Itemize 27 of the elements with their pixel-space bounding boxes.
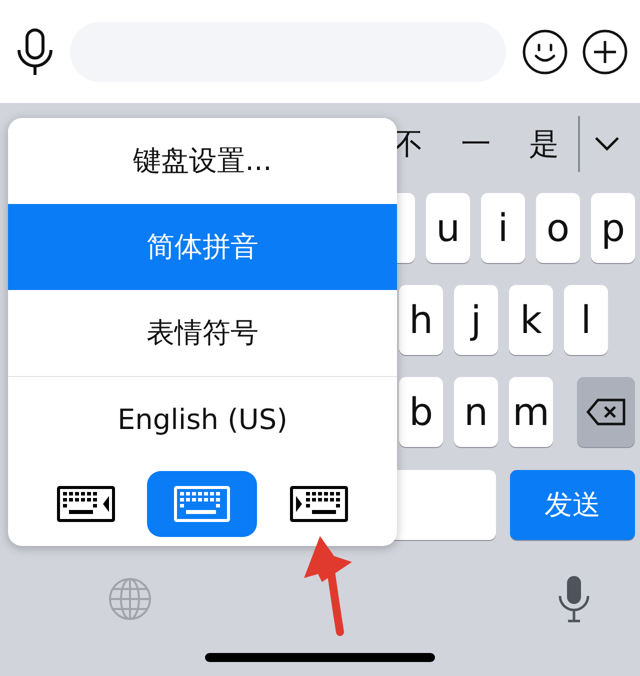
- keyboard-key[interactable]: p: [591, 193, 635, 263]
- backspace-icon: [586, 398, 626, 426]
- keyboard-icon: [290, 486, 348, 522]
- candidate-word[interactable]: 一: [442, 124, 510, 164]
- keyboard-icon: [174, 486, 230, 522]
- keyboard-key[interactable]: n: [454, 377, 498, 447]
- candidate-word[interactable]: 是: [510, 124, 578, 164]
- emoji-icon[interactable]: [522, 28, 568, 74]
- chevron-down-icon[interactable]: [594, 136, 620, 152]
- keyboard-key[interactable]: b: [399, 377, 443, 447]
- menu-item[interactable]: 表情符号: [8, 290, 397, 376]
- menu-item[interactable]: 简体拼音: [8, 204, 397, 290]
- menu-item[interactable]: 键盘设置...: [8, 118, 397, 204]
- plus-icon[interactable]: [582, 28, 628, 74]
- keyboard-key[interactable]: m: [509, 377, 553, 447]
- keyboard-key[interactable]: l: [564, 285, 608, 355]
- keyboard-key[interactable]: o: [536, 193, 580, 263]
- keyboard-icon: [57, 486, 116, 522]
- keyboard-key[interactable]: u: [426, 193, 470, 263]
- keyboard-key[interactable]: k: [509, 285, 553, 355]
- keyboard-key[interactable]: j: [454, 285, 498, 355]
- menu-item[interactable]: English (US): [8, 376, 397, 462]
- delete-key[interactable]: [577, 377, 635, 447]
- keyboard-key[interactable]: i: [481, 193, 525, 263]
- send-key[interactable]: 发送: [510, 470, 635, 540]
- keyboard-key[interactable]: h: [399, 285, 443, 355]
- microphone-icon[interactable]: [16, 28, 54, 76]
